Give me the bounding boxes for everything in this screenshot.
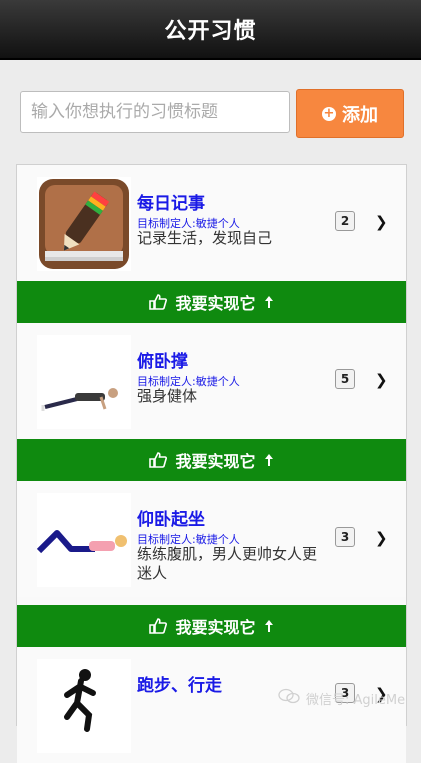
list-item[interactable]: 俯卧撑 目标制定人:敏捷个人 强身健体 5 ❯ [17,323,406,439]
situp-icon [36,493,131,587]
goal-button-label: 我要实现它 [175,294,256,313]
count-badge: 5 [335,369,355,389]
runner-icon [37,659,131,753]
goal-button-label: 我要实现它 [175,618,256,637]
wechat-icon [278,688,300,708]
thumbs-up-icon [149,618,168,634]
habit-title: 每日记事 [137,194,205,214]
chevron-right-icon[interactable]: ❯ [375,529,388,547]
list-item[interactable]: 每日记事 目标制定人:敏捷个人 记录生活，发现自己 2 ❯ [17,165,406,281]
notebook-icon [37,177,131,271]
thumbs-up-icon [149,294,168,310]
page-title: 公开习惯 [164,19,257,44]
add-button[interactable]: + 添加 [296,89,404,138]
chevron-right-icon[interactable]: ❯ [375,371,388,389]
habit-title: 俯卧撑 [137,352,188,372]
count-badge: 2 [335,211,355,231]
habit-title: 跑步、行走 [137,676,222,696]
count-badge: 3 [335,527,355,547]
chevron-right-icon[interactable]: ❯ [375,213,388,231]
plus-circle-icon: + [322,105,336,121]
watermark-text: 微信号: AgileMe [306,692,406,708]
habit-list: 每日记事 目标制定人:敏捷个人 记录生活，发现自己 2 ❯ 我要实现它 俯卧撑 … [16,164,407,763]
wechat-watermark: 微信号: AgileMe [278,688,405,708]
add-button-label: 添加 [342,104,378,126]
goal-button[interactable]: 我要实现它 [17,281,406,323]
habit-description: 强身健体 [137,387,198,405]
arrow-up-icon [264,295,274,309]
arrow-up-icon [264,619,274,633]
arrow-up-icon [264,453,274,467]
habit-title-input[interactable] [20,91,290,133]
habit-description: 练练腹肌，男人更帅女人更迷人 [137,545,318,582]
thumbs-up-icon [149,452,168,468]
goal-button-label: 我要实现它 [175,452,256,471]
pushup-icon [37,335,131,429]
habit-description: 记录生活，发现自己 [137,229,273,247]
list-item[interactable]: 仰卧起坐 目标制定人:敏捷个人 练练腹肌，男人更帅女人更迷人 3 ❯ [17,481,406,597]
goal-button[interactable]: 我要实现它 [17,605,406,647]
goal-button[interactable]: 我要实现它 [17,439,406,481]
app-header: 公开习惯 [0,0,421,60]
habit-title: 仰卧起坐 [137,510,205,530]
